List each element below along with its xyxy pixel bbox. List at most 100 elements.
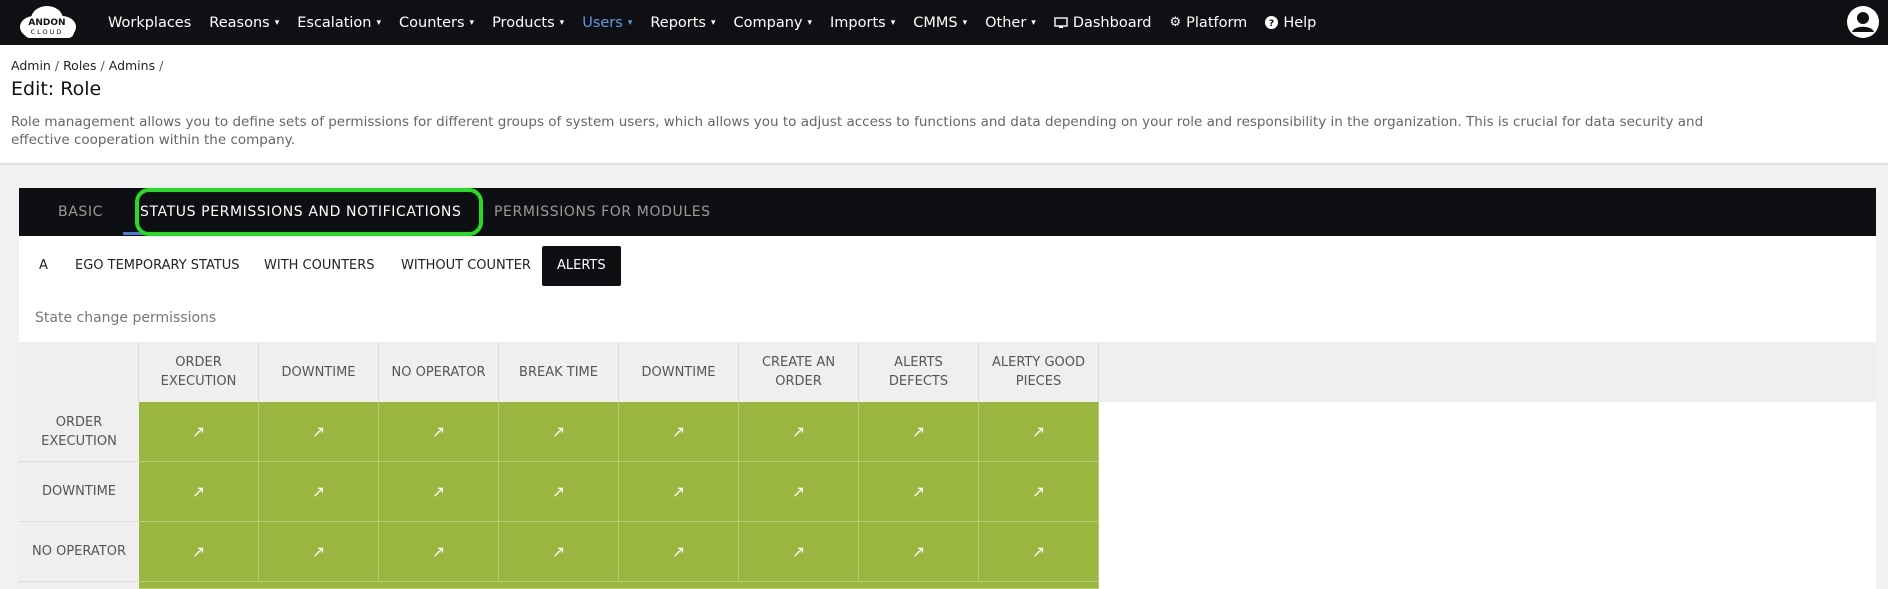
nav-platform[interactable]: ⚙ Platform xyxy=(1170,15,1248,31)
arrow-up-right-icon: ↗ xyxy=(191,482,206,501)
arrow-up-right-icon: ↗ xyxy=(791,422,806,441)
subtab-a[interactable]: A xyxy=(24,246,63,286)
arrow-up-right-icon: ↗ xyxy=(431,542,446,561)
arrow-up-right-icon: ↗ xyxy=(191,422,206,441)
column-header: CREATE AN ORDER xyxy=(739,342,859,402)
arrow-up-right-icon: ↗ xyxy=(671,482,686,501)
svg-text:ANDON: ANDON xyxy=(28,18,65,28)
arrow-up-right-icon: ↗ xyxy=(191,542,206,561)
permission-cell[interactable]: ↗ xyxy=(979,402,1099,462)
permission-cell[interactable]: ↗ xyxy=(499,462,619,522)
permission-cell[interactable]: ↗ xyxy=(979,522,1099,582)
permission-cell[interactable]: ↗ xyxy=(739,522,859,582)
arrow-up-right-icon: ↗ xyxy=(431,482,446,501)
arrow-up-right-icon: ↗ xyxy=(791,482,806,501)
nav-dashboard[interactable]: Dashboard xyxy=(1054,15,1152,31)
permission-cell[interactable]: ↗ xyxy=(619,462,739,522)
chevron-down-icon: ▾ xyxy=(1031,17,1036,28)
permission-cell[interactable]: ↗ xyxy=(979,462,1099,522)
permission-cell[interactable]: ↗ xyxy=(259,522,379,582)
monitor-icon xyxy=(1054,16,1068,28)
nav-escalation[interactable]: Escalation ▾ xyxy=(297,15,381,31)
arrow-up-right-icon: ↗ xyxy=(911,422,926,441)
permission-cell[interactable]: ↗ xyxy=(139,522,259,582)
page-title: Edit: Role xyxy=(11,78,102,100)
nav-imports[interactable]: Imports ▾ xyxy=(830,15,895,31)
column-header: NO OPERATOR xyxy=(379,342,499,402)
breadcrumb: Admin / Roles / Admins / xyxy=(11,58,167,73)
permission-cell[interactable]: ↗ xyxy=(859,402,979,462)
arrow-up-right-icon: ↗ xyxy=(551,422,566,441)
tab-status-permissions[interactable]: STATUS PERMISSIONS AND NOTIFICATIONS xyxy=(140,188,462,236)
permission-cell[interactable]: ↗ xyxy=(259,462,379,522)
breadcrumb-separator: / xyxy=(54,58,60,73)
permission-cell[interactable]: ↗ xyxy=(379,402,499,462)
row-header: ORDER EXECUTION xyxy=(19,402,139,462)
page-description: Role management allows you to define set… xyxy=(11,114,1704,148)
nav-company[interactable]: Company ▾ xyxy=(734,15,813,31)
nav-other[interactable]: Other ▾ xyxy=(985,15,1036,31)
question-circle-icon: ? xyxy=(1265,16,1279,29)
nav-reasons[interactable]: Reasons ▾ xyxy=(209,15,279,31)
column-header: ALERTS DEFECTS xyxy=(859,342,979,402)
permission-cell[interactable]: ↗ xyxy=(379,522,499,582)
nav-cmms[interactable]: CMMS ▾ xyxy=(913,15,967,31)
tab-permissions-for-modules[interactable]: PERMISSIONS FOR MODULES xyxy=(494,188,711,236)
permission-cell[interactable]: ↗ xyxy=(139,462,259,522)
gears-icon: ⚙ xyxy=(1169,15,1182,30)
nav-label: Workplaces xyxy=(108,14,192,31)
permission-cell[interactable]: ↗ xyxy=(619,402,739,462)
user-avatar-icon[interactable] xyxy=(1846,5,1880,39)
nav-label: Counters xyxy=(399,14,465,31)
top-navbar: ANDON CLOUD Workplaces Reasons ▾ Escalation… xyxy=(0,0,1888,45)
permission-cell[interactable]: ↗ xyxy=(499,402,619,462)
permission-matrix: ORDER EXECUTION DOWNTIME NO OPERATOR BREAK … xyxy=(19,342,1876,589)
breadcrumb-admin[interactable]: Admin xyxy=(11,58,51,73)
nav-counters[interactable]: Counters ▾ xyxy=(399,15,474,31)
nav-label: Company xyxy=(733,14,803,31)
breadcrumb-separator: / xyxy=(159,58,164,73)
row-header: NO OPERATOR xyxy=(19,522,139,582)
nav-users[interactable]: Users ▾ xyxy=(582,15,632,31)
breadcrumb-admins[interactable]: Admins xyxy=(109,58,155,73)
tab-basic[interactable]: BASIC xyxy=(58,188,103,236)
permission-cell[interactable]: ↗ xyxy=(859,462,979,522)
permission-cell[interactable]: ↗ xyxy=(139,402,259,462)
nav-label: Users xyxy=(582,14,623,31)
arrow-up-right-icon: ↗ xyxy=(431,422,446,441)
chevron-down-icon: ▾ xyxy=(962,17,968,28)
tab-bar: BASIC STATUS PERMISSIONS AND NOTIFICATIO… xyxy=(19,188,1876,236)
arrow-up-right-icon: ↗ xyxy=(551,542,566,561)
chevron-down-icon: ▾ xyxy=(469,17,475,28)
nav-label: Reports xyxy=(650,14,706,31)
subtab-ego-temporary-status[interactable]: EGO TEMPORARY STATUS xyxy=(60,246,255,286)
nav-products[interactable]: Products ▾ xyxy=(492,15,564,31)
chevron-down-icon: ▾ xyxy=(807,17,813,28)
matrix-corner xyxy=(19,342,139,402)
breadcrumb-roles[interactable]: Roles xyxy=(63,58,96,73)
nav-label: Reasons xyxy=(209,14,270,31)
permission-cell[interactable]: ↗ xyxy=(739,462,859,522)
permission-cell[interactable]: ↗ xyxy=(259,402,379,462)
nav-reports[interactable]: Reports ▾ xyxy=(650,15,715,31)
permission-cell[interactable]: ↗ xyxy=(859,522,979,582)
permission-cell[interactable]: ↗ xyxy=(739,402,859,462)
arrow-up-right-icon: ↗ xyxy=(1031,482,1046,501)
permission-cell[interactable]: ↗ xyxy=(379,462,499,522)
subtab-with-counters[interactable]: WITH COUNTERS xyxy=(249,246,390,286)
arrow-up-right-icon: ↗ xyxy=(671,542,686,561)
nav-label: Imports xyxy=(830,14,886,31)
nav-help[interactable]: ? Help xyxy=(1265,15,1316,31)
arrow-up-right-icon: ↗ xyxy=(911,542,926,561)
andon-cloud-logo[interactable]: ANDON CLOUD xyxy=(12,3,82,41)
subtab-without-counter[interactable]: WITHOUT COUNTER xyxy=(386,246,546,286)
nav-label: Escalation xyxy=(297,14,372,31)
chevron-down-icon: ▾ xyxy=(627,17,633,28)
permission-cell[interactable]: ↗ xyxy=(499,522,619,582)
nav-workplaces[interactable]: Workplaces xyxy=(108,15,191,31)
role-edit-card: BASIC STATUS PERMISSIONS AND NOTIFICATIO… xyxy=(19,188,1876,589)
permission-cell[interactable]: ↗ xyxy=(619,522,739,582)
arrow-up-right-icon: ↗ xyxy=(1031,422,1046,441)
nav-label: Platform xyxy=(1186,14,1248,31)
subtab-alerts[interactable]: ALERTS xyxy=(542,246,621,286)
